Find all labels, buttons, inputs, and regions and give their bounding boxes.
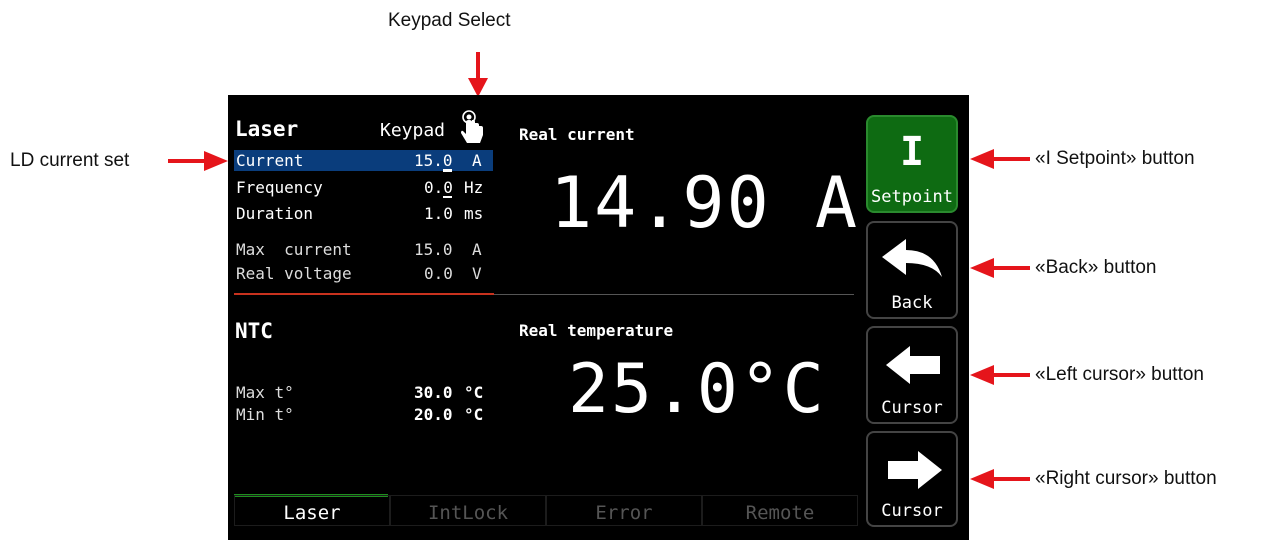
back-label: Back (891, 293, 933, 313)
param-unit-duration: ms (464, 204, 484, 223)
right-cursor-button[interactable]: Cursor (866, 431, 958, 527)
param-unit-frequency: Hz (464, 178, 484, 197)
section-divider (494, 294, 854, 295)
info-value-real-voltage: 0.0 (424, 264, 453, 283)
setpoint-label: Setpoint (871, 187, 953, 207)
info-label-real-voltage: Real voltage (236, 264, 352, 283)
info-unit-max-current: A (472, 240, 482, 259)
i-setpoint-button[interactable]: I Setpoint (866, 115, 958, 213)
i-setpoint-annotation: «I Setpoint» button (1035, 148, 1195, 169)
hand-pointer-icon[interactable] (460, 110, 486, 146)
tab-intlock[interactable]: IntLock (390, 495, 546, 526)
param-value-frequency[interactable]: 0.0 (424, 178, 453, 197)
param-label-frequency: Frequency (236, 178, 323, 197)
info-value-max-current: 15.0 (414, 240, 453, 259)
ntc-label-min-t: Min t° (236, 405, 294, 424)
text-cursor (443, 169, 452, 172)
real-current-label: Real current (519, 125, 635, 144)
right-cursor-annotation: «Right cursor» button (1035, 468, 1217, 489)
laser-section-title: Laser (235, 117, 299, 141)
left-cursor-label: Cursor (881, 398, 943, 418)
arrow-left-icon (970, 258, 1030, 278)
ntc-value-max-t: 30.0 (414, 383, 453, 402)
real-temperature-value: 25.0°C (568, 350, 826, 429)
param-label-duration: Duration (236, 204, 314, 223)
param-unit-current: A (472, 151, 482, 170)
param-value-duration[interactable]: 1.0 (424, 204, 453, 223)
back-button[interactable]: Back (866, 221, 958, 319)
ld-current-set-annotation: LD current set (10, 150, 130, 171)
arrow-right-icon (168, 151, 228, 171)
ntc-value-min-t: 20.0 (414, 405, 453, 424)
arrow-left-icon (886, 346, 940, 384)
arrow-right-icon (888, 451, 942, 489)
back-arrow-icon (882, 239, 942, 277)
device-screen: Laser Keypad Current 15.0 A Frequency 0.… (228, 95, 969, 540)
real-temperature-label: Real temperature (519, 321, 674, 340)
param-label-current: Current (236, 151, 304, 170)
ntc-label-max-t: Max t° (236, 383, 294, 402)
info-unit-real-voltage: V (472, 264, 482, 283)
tab-error[interactable]: Error (546, 495, 702, 526)
arrow-down-icon (468, 52, 488, 97)
param-value-current[interactable]: 15.0 (414, 151, 453, 170)
real-current-value: 14.90 A (550, 162, 860, 244)
arrow-left-icon (970, 469, 1030, 489)
left-cursor-button[interactable]: Cursor (866, 326, 958, 424)
laser-mode-label: Keypad (380, 120, 446, 141)
ntc-section-title: NTC (235, 319, 273, 343)
info-label-max-current: Max current (236, 240, 352, 259)
right-cursor-label: Cursor (881, 501, 943, 521)
ntc-unit-max-t: °C (464, 383, 484, 402)
arrow-left-icon (970, 365, 1030, 385)
keypad-select-annotation: Keypad Select (388, 10, 511, 31)
text-cursor (443, 196, 452, 198)
tab-laser[interactable]: Laser (234, 495, 390, 526)
tab-remote[interactable]: Remote (702, 495, 858, 526)
left-cursor-annotation: «Left cursor» button (1035, 364, 1204, 385)
ntc-unit-min-t: °C (464, 405, 484, 424)
arrow-left-icon (970, 149, 1030, 169)
setpoint-symbol: I (899, 129, 925, 175)
back-annotation: «Back» button (1035, 257, 1157, 278)
laser-divider (234, 293, 494, 295)
